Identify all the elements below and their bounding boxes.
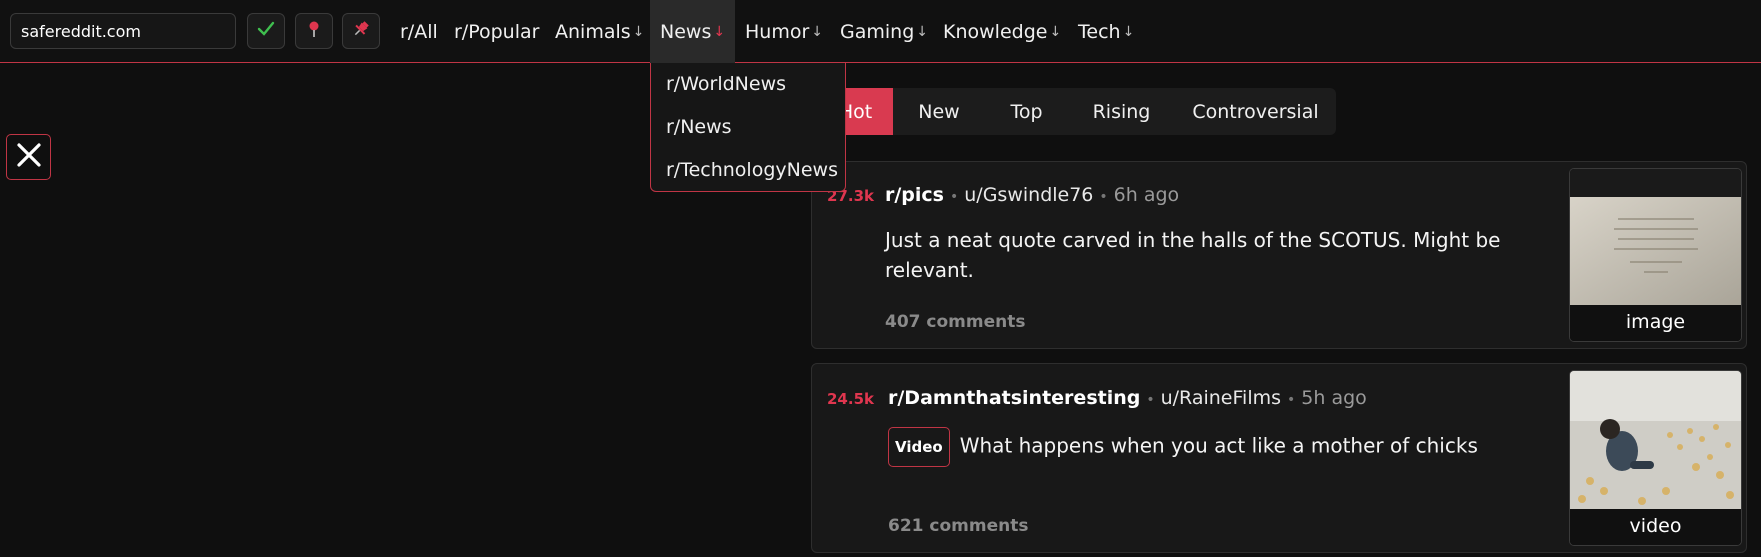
post-card[interactable]: 24.5k r/Damnthatsinteresting • u/RaineFilm… (811, 363, 1747, 553)
dropdown-item-worldnews[interactable]: r/WorldNews (666, 73, 786, 95)
comments-link[interactable]: 621 comments (888, 516, 1028, 536)
nav-label: Animals (555, 20, 631, 43)
thumbnail-label: image (1570, 305, 1741, 341)
dropdown-item-technologynews[interactable]: r/TechnologyNews (666, 159, 838, 181)
top-navigation-bar: r/All r/Popular Animals↓ News↓ Humor↓ Ga… (0, 0, 1761, 63)
subreddit-url-input[interactable] (10, 13, 236, 49)
thumbnail-label: video (1570, 509, 1741, 545)
arrow-down-icon: ↓ (713, 23, 726, 40)
arrow-down-icon: ↓ (916, 23, 928, 40)
close-icon (15, 141, 43, 173)
post-title[interactable]: Video What happens when you act like a mo… (888, 427, 1508, 467)
post-score: 24.5k (827, 390, 874, 408)
check-icon (257, 20, 275, 42)
post-title[interactable]: Just a neat quote carved in the halls of… (885, 225, 1505, 285)
sort-tab-label: New (918, 100, 960, 123)
sort-tab-label: Rising (1092, 100, 1151, 123)
pin-button[interactable] (342, 13, 380, 49)
post-card[interactable]: 27.3k r/pics • u/Gswindle76 • 6h ago Just a … (811, 161, 1747, 349)
arrow-down-icon: ↓ (811, 23, 824, 40)
author-link[interactable]: u/RaineFilms (1161, 387, 1281, 409)
nav-humor[interactable]: Humor ↓ (745, 0, 823, 63)
nav-animals[interactable]: Animals ↓ (555, 0, 644, 63)
post-time: 5h ago (1301, 387, 1367, 409)
nav-knowledge[interactable]: Knowledge ↓ (943, 0, 1061, 63)
arrow-down-icon: ↓ (1049, 23, 1062, 40)
nav-r-all[interactable]: r/All (400, 0, 438, 63)
separator-dot: • (950, 189, 959, 205)
sort-tab-controversial[interactable]: Controversial (1175, 88, 1336, 135)
post-meta: r/pics • u/Gswindle76 • 6h ago (885, 184, 1179, 206)
map-pin-icon (307, 20, 321, 42)
arrow-down-icon: ↓ (632, 23, 645, 40)
nav-label: Tech (1078, 20, 1121, 43)
post-meta: r/Damnthatsinteresting • u/RaineFilms • 5h a… (888, 387, 1367, 409)
nav-gaming[interactable]: Gaming ↓ (840, 0, 928, 63)
confirm-button[interactable] (247, 13, 285, 49)
nav-tech[interactable]: Tech ↓ (1078, 0, 1134, 63)
subreddit-link[interactable]: r/Damnthatsinteresting (888, 387, 1140, 409)
nav-label: Humor (745, 20, 810, 43)
sort-tabs: Hot New Top Rising Controversial (818, 88, 1336, 135)
post-thumbnail[interactable]: image (1569, 168, 1742, 342)
arrow-down-icon: ↓ (1122, 23, 1135, 40)
nav-label: r/All (400, 20, 438, 43)
sort-tab-new[interactable]: New (893, 88, 985, 135)
post-title-line: relevant. (885, 258, 974, 282)
nav-label: News (660, 20, 712, 43)
post-title-line: Just a neat quote carved in the halls of… (885, 228, 1501, 252)
thumbnail-image (1570, 169, 1741, 309)
location-pin-button[interactable] (295, 13, 333, 49)
close-button[interactable] (6, 134, 51, 180)
author-link[interactable]: u/Gswindle76 (964, 184, 1093, 206)
subreddit-link[interactable]: r/pics (885, 184, 944, 206)
sort-tab-label: Top (1010, 100, 1043, 123)
dropdown-item-news[interactable]: r/News (666, 116, 732, 138)
pushpin-icon (352, 20, 370, 42)
nav-r-popular[interactable]: r/Popular (454, 0, 539, 63)
separator-dot: • (1287, 392, 1296, 408)
nav-label: Gaming (840, 20, 915, 43)
nav-label: r/Popular (454, 20, 540, 43)
sort-tab-rising[interactable]: Rising (1068, 88, 1175, 135)
sort-tab-label: Controversial (1192, 100, 1319, 123)
sort-tab-top[interactable]: Top (985, 88, 1068, 135)
separator-dot: • (1099, 189, 1108, 205)
post-title-text: What happens when you act like a mother … (959, 433, 1478, 458)
post-time: 6h ago (1113, 184, 1180, 206)
flair-badge: Video (888, 427, 950, 467)
thumbnail-image (1570, 371, 1741, 513)
nav-label: Knowledge (943, 20, 1048, 43)
separator-dot: • (1146, 392, 1155, 408)
news-dropdown-menu: r/WorldNews r/News r/TechnologyNews (650, 63, 846, 192)
comments-link[interactable]: 407 comments (885, 312, 1025, 332)
nav-news[interactable]: News ↓ (650, 0, 736, 63)
post-thumbnail[interactable]: video (1569, 370, 1742, 546)
